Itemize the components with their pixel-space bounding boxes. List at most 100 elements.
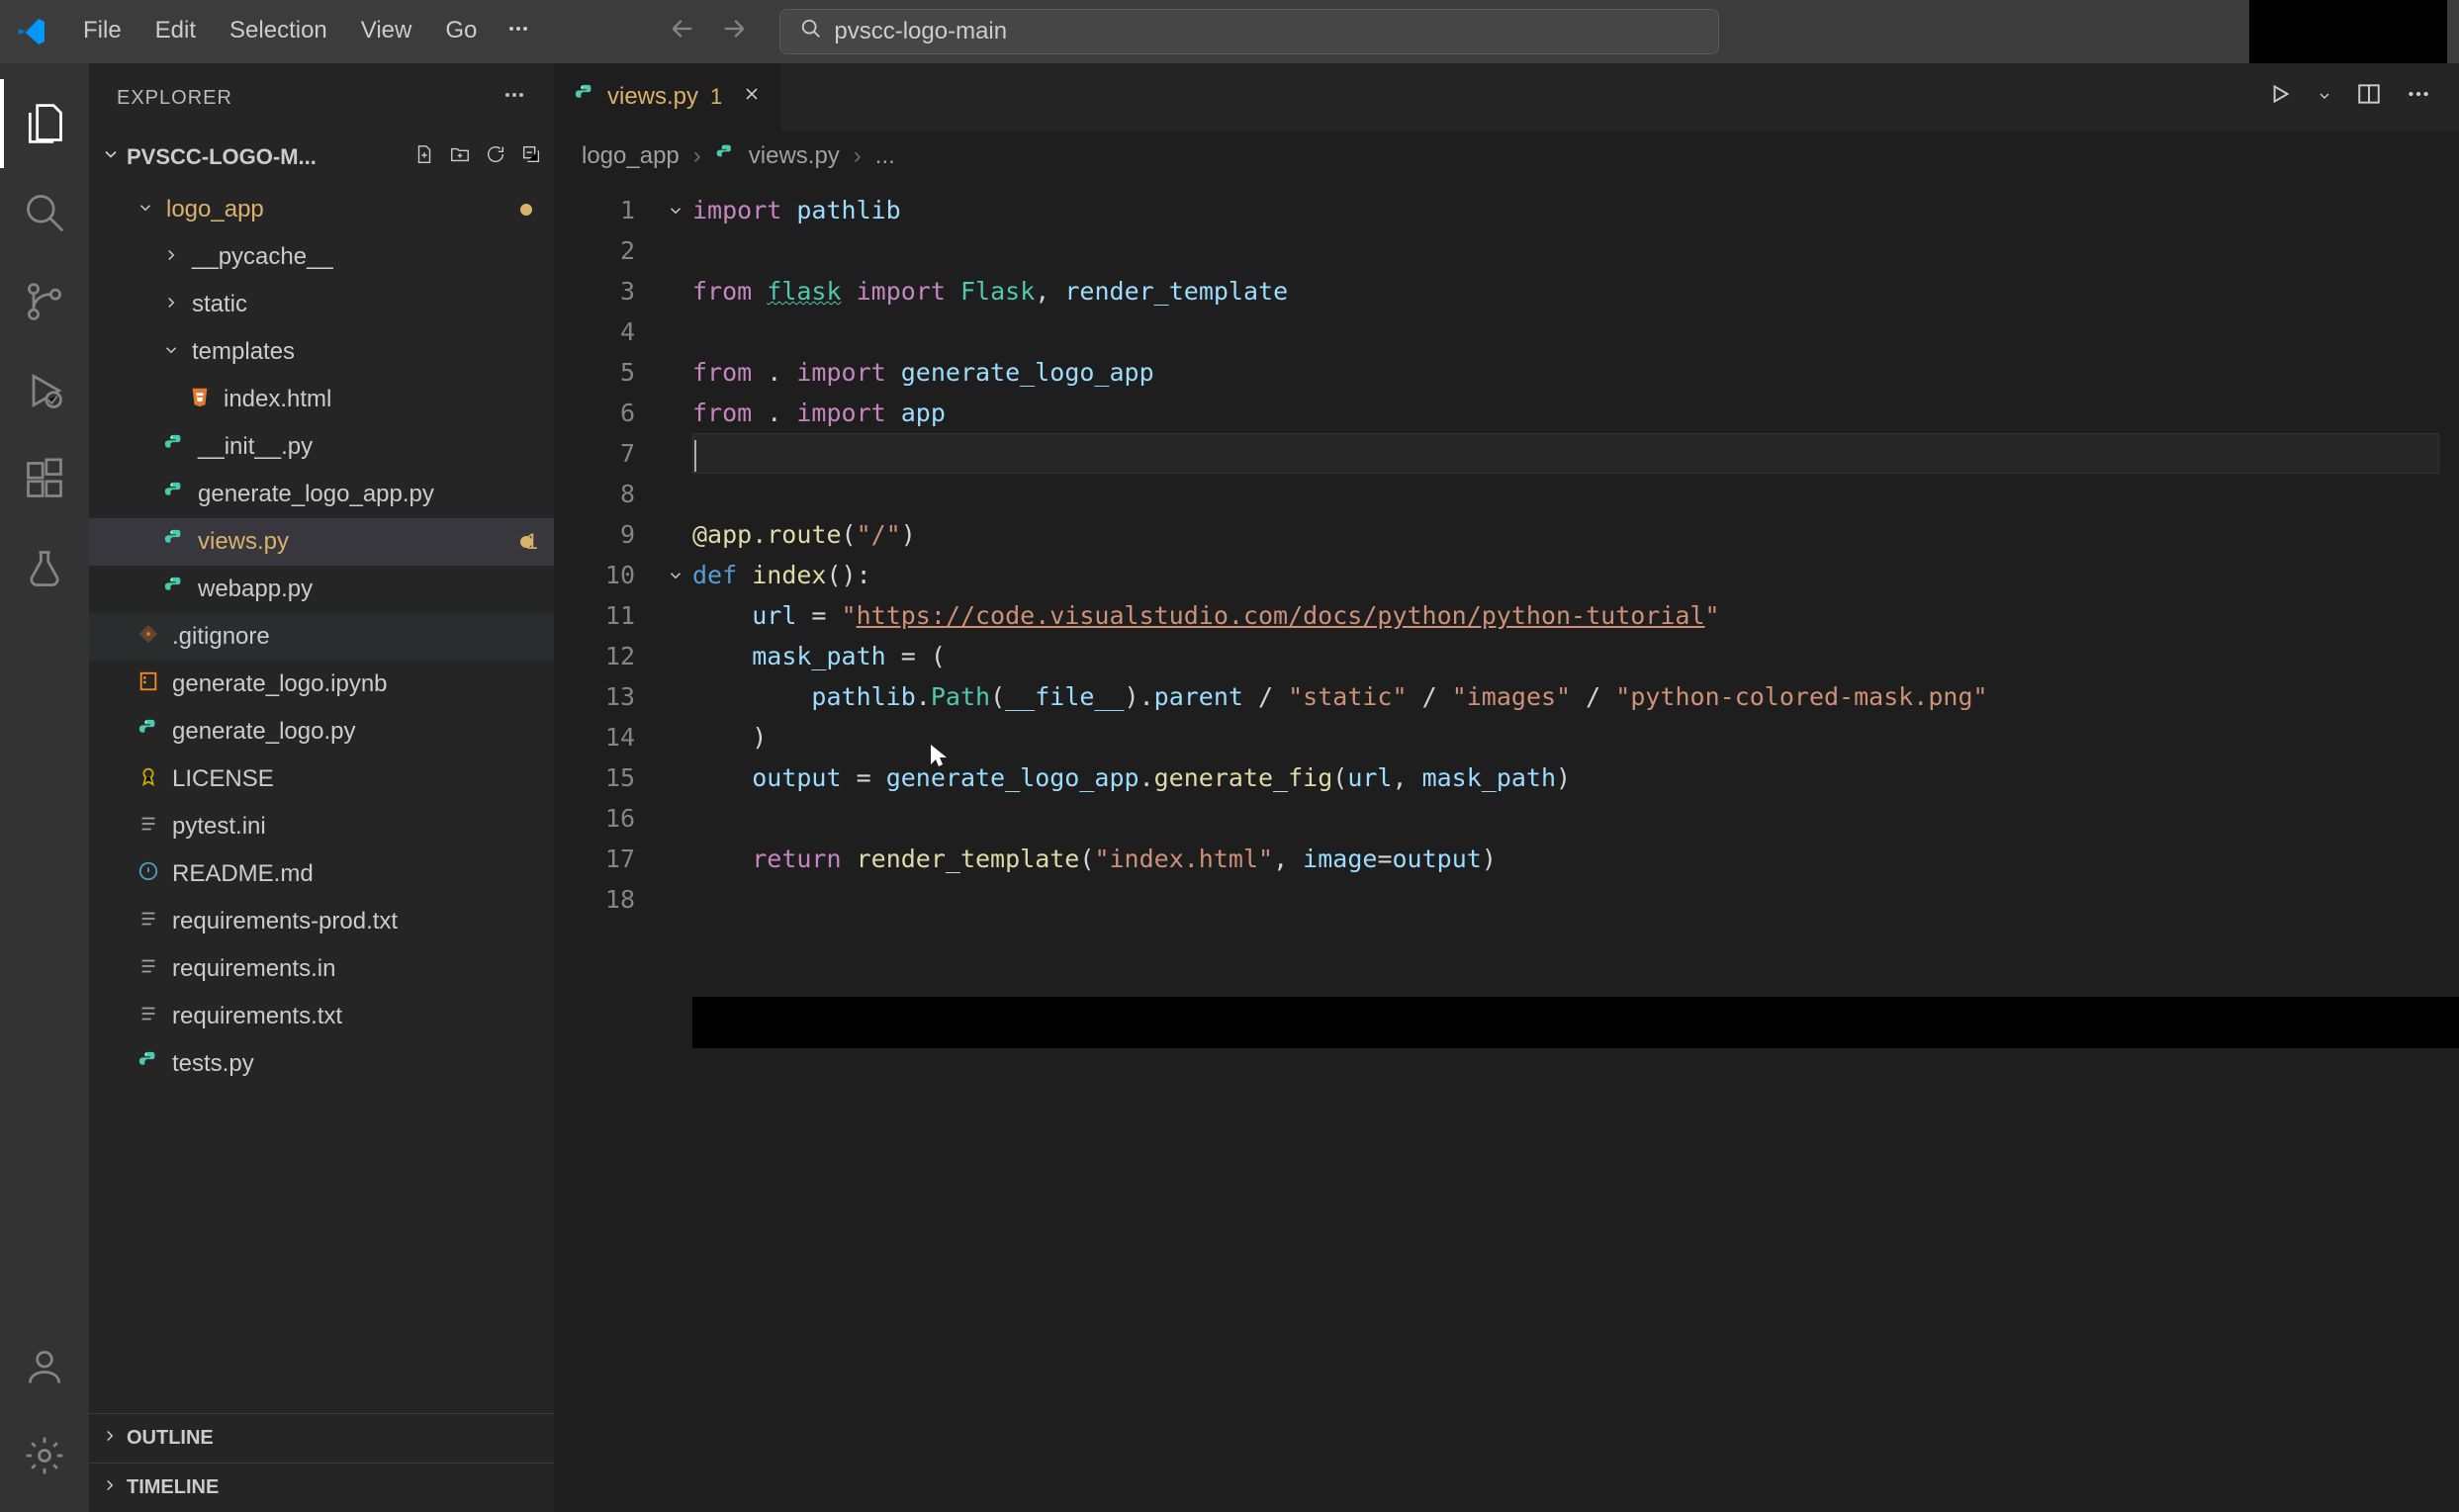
- explorer-tree[interactable]: logo_app__pycache__statictemplatesindex.…: [89, 182, 554, 1413]
- activity-settings-gear-icon[interactable]: [0, 1411, 89, 1500]
- fold-toggle[interactable]: [661, 190, 690, 230]
- breadcrumb[interactable]: logo_app › views.py › ...: [554, 131, 2459, 182]
- activity-search-icon[interactable]: [0, 168, 89, 257]
- activity-accounts-icon[interactable]: [0, 1322, 89, 1411]
- fold-toggle[interactable]: [661, 595, 690, 636]
- fold-toggle[interactable]: [661, 555, 690, 595]
- fold-toggle[interactable]: [661, 433, 690, 474]
- command-center-search[interactable]: [779, 9, 1719, 54]
- sidebar-outline[interactable]: OUTLINE: [89, 1413, 554, 1463]
- new-file-icon[interactable]: [413, 143, 435, 171]
- code-line[interactable]: [692, 879, 2439, 920]
- fold-toggle[interactable]: [661, 879, 690, 920]
- tree-file[interactable]: tests.py: [89, 1040, 554, 1088]
- code-line[interactable]: def index():: [692, 555, 2439, 595]
- menu-file[interactable]: File: [67, 9, 137, 55]
- code-content[interactable]: import pathlib from flask import Flask, r…: [692, 190, 2439, 920]
- code-line[interactable]: [692, 433, 2439, 474]
- code-line[interactable]: from flask import Flask, render_template: [692, 271, 2439, 311]
- tree-file[interactable]: README.md: [89, 850, 554, 898]
- code-line[interactable]: [692, 230, 2439, 271]
- breadcrumb-segment[interactable]: logo_app: [582, 142, 680, 170]
- code-line[interactable]: return render_template("index.html", ima…: [692, 839, 2439, 879]
- menu-go[interactable]: Go: [429, 9, 493, 55]
- tree-file[interactable]: webapp.py: [89, 566, 554, 613]
- py-file-icon: [160, 576, 188, 604]
- tab-views-py[interactable]: views.py 1: [554, 63, 782, 131]
- tree-file[interactable]: .gitignore: [89, 613, 554, 661]
- tree-file[interactable]: pytest.ini: [89, 803, 554, 850]
- nav-forward-icon[interactable]: [716, 11, 752, 53]
- fold-toggle[interactable]: [661, 474, 690, 514]
- tree-file[interactable]: LICENSE: [89, 756, 554, 803]
- fold-toggle[interactable]: [661, 798, 690, 839]
- collapse-all-icon[interactable]: [520, 143, 542, 171]
- code-line[interactable]: @app.route("/"): [692, 514, 2439, 555]
- tree-item-label: views.py: [198, 528, 289, 556]
- new-folder-icon[interactable]: [449, 143, 471, 171]
- command-center-input[interactable]: [834, 18, 1698, 45]
- tree-folder[interactable]: templates: [89, 328, 554, 376]
- fold-toggle[interactable]: [661, 311, 690, 352]
- fold-toggle[interactable]: [661, 393, 690, 433]
- editor-more-icon[interactable]: [2406, 81, 2431, 114]
- sidebar-more-icon[interactable]: [502, 83, 526, 114]
- tree-folder[interactable]: __pycache__: [89, 233, 554, 281]
- sidebar-outline-label: OUTLINE: [127, 1427, 214, 1450]
- code-line[interactable]: url = "https://code.visualstudio.com/doc…: [692, 595, 2439, 636]
- fold-toggle[interactable]: [661, 230, 690, 271]
- run-icon[interactable]: [2267, 81, 2293, 114]
- tab-close-icon[interactable]: [742, 83, 762, 111]
- code-line[interactable]: import pathlib: [692, 190, 2439, 230]
- tree-file[interactable]: views.py1: [89, 518, 554, 566]
- breadcrumb-segment[interactable]: ...: [875, 142, 895, 170]
- code-line[interactable]: from . import generate_logo_app: [692, 352, 2439, 393]
- code-line[interactable]: output = generate_logo_app.generate_fig(…: [692, 757, 2439, 798]
- code-line[interactable]: from . import app: [692, 393, 2439, 433]
- refresh-icon[interactable]: [485, 143, 506, 171]
- fold-column[interactable]: [661, 190, 690, 920]
- tree-file[interactable]: generate_logo.ipynb: [89, 661, 554, 708]
- tree-folder[interactable]: static: [89, 281, 554, 328]
- menu-more-icon[interactable]: [495, 9, 542, 55]
- fold-toggle[interactable]: [661, 636, 690, 676]
- activity-testing-icon[interactable]: [0, 524, 89, 613]
- fold-toggle[interactable]: [661, 839, 690, 879]
- code-line[interactable]: [692, 798, 2439, 839]
- tree-file[interactable]: requirements.in: [89, 945, 554, 993]
- tree-file[interactable]: generate_logo_app.py: [89, 471, 554, 518]
- menu-edit[interactable]: Edit: [139, 9, 212, 55]
- tree-file[interactable]: requirements-prod.txt: [89, 898, 554, 945]
- tree-file[interactable]: requirements.txt: [89, 993, 554, 1040]
- nav-back-icon[interactable]: [665, 11, 700, 53]
- breadcrumb-segment[interactable]: views.py: [749, 142, 840, 170]
- code-line[interactable]: pathlib.Path(__file__).parent / "static"…: [692, 676, 2439, 717]
- tree-file[interactable]: index.html: [89, 376, 554, 423]
- chevron-right-icon: ›: [854, 142, 862, 170]
- sidebar-timeline[interactable]: TIMELINE: [89, 1463, 554, 1512]
- tree-file[interactable]: generate_logo.py: [89, 708, 554, 756]
- editor-body[interactable]: 123456789101112131415161718 import pathl…: [554, 182, 2459, 1512]
- split-editor-icon[interactable]: [2356, 81, 2382, 114]
- fold-toggle[interactable]: [661, 352, 690, 393]
- fold-toggle[interactable]: [661, 514, 690, 555]
- code-line[interactable]: [692, 311, 2439, 352]
- code-line[interactable]: mask_path = (: [692, 636, 2439, 676]
- tree-file[interactable]: __init__.py: [89, 423, 554, 471]
- code-line[interactable]: ): [692, 717, 2439, 757]
- fold-toggle[interactable]: [661, 676, 690, 717]
- activity-run-debug-icon[interactable]: [0, 346, 89, 435]
- fold-toggle[interactable]: [661, 271, 690, 311]
- tree-folder[interactable]: logo_app: [89, 186, 554, 233]
- menu-view[interactable]: View: [345, 9, 428, 55]
- activity-explorer-icon[interactable]: [0, 79, 89, 168]
- menu-selection[interactable]: Selection: [214, 9, 343, 55]
- window-controls[interactable]: [2249, 0, 2447, 63]
- fold-toggle[interactable]: [661, 757, 690, 798]
- code-line[interactable]: [692, 474, 2439, 514]
- activity-source-control-icon[interactable]: [0, 257, 89, 346]
- run-dropdown-icon[interactable]: [2317, 83, 2332, 111]
- folder-root[interactable]: PVSCC-LOGO-M...: [89, 133, 554, 182]
- activity-extensions-icon[interactable]: [0, 435, 89, 524]
- fold-toggle[interactable]: [661, 717, 690, 757]
